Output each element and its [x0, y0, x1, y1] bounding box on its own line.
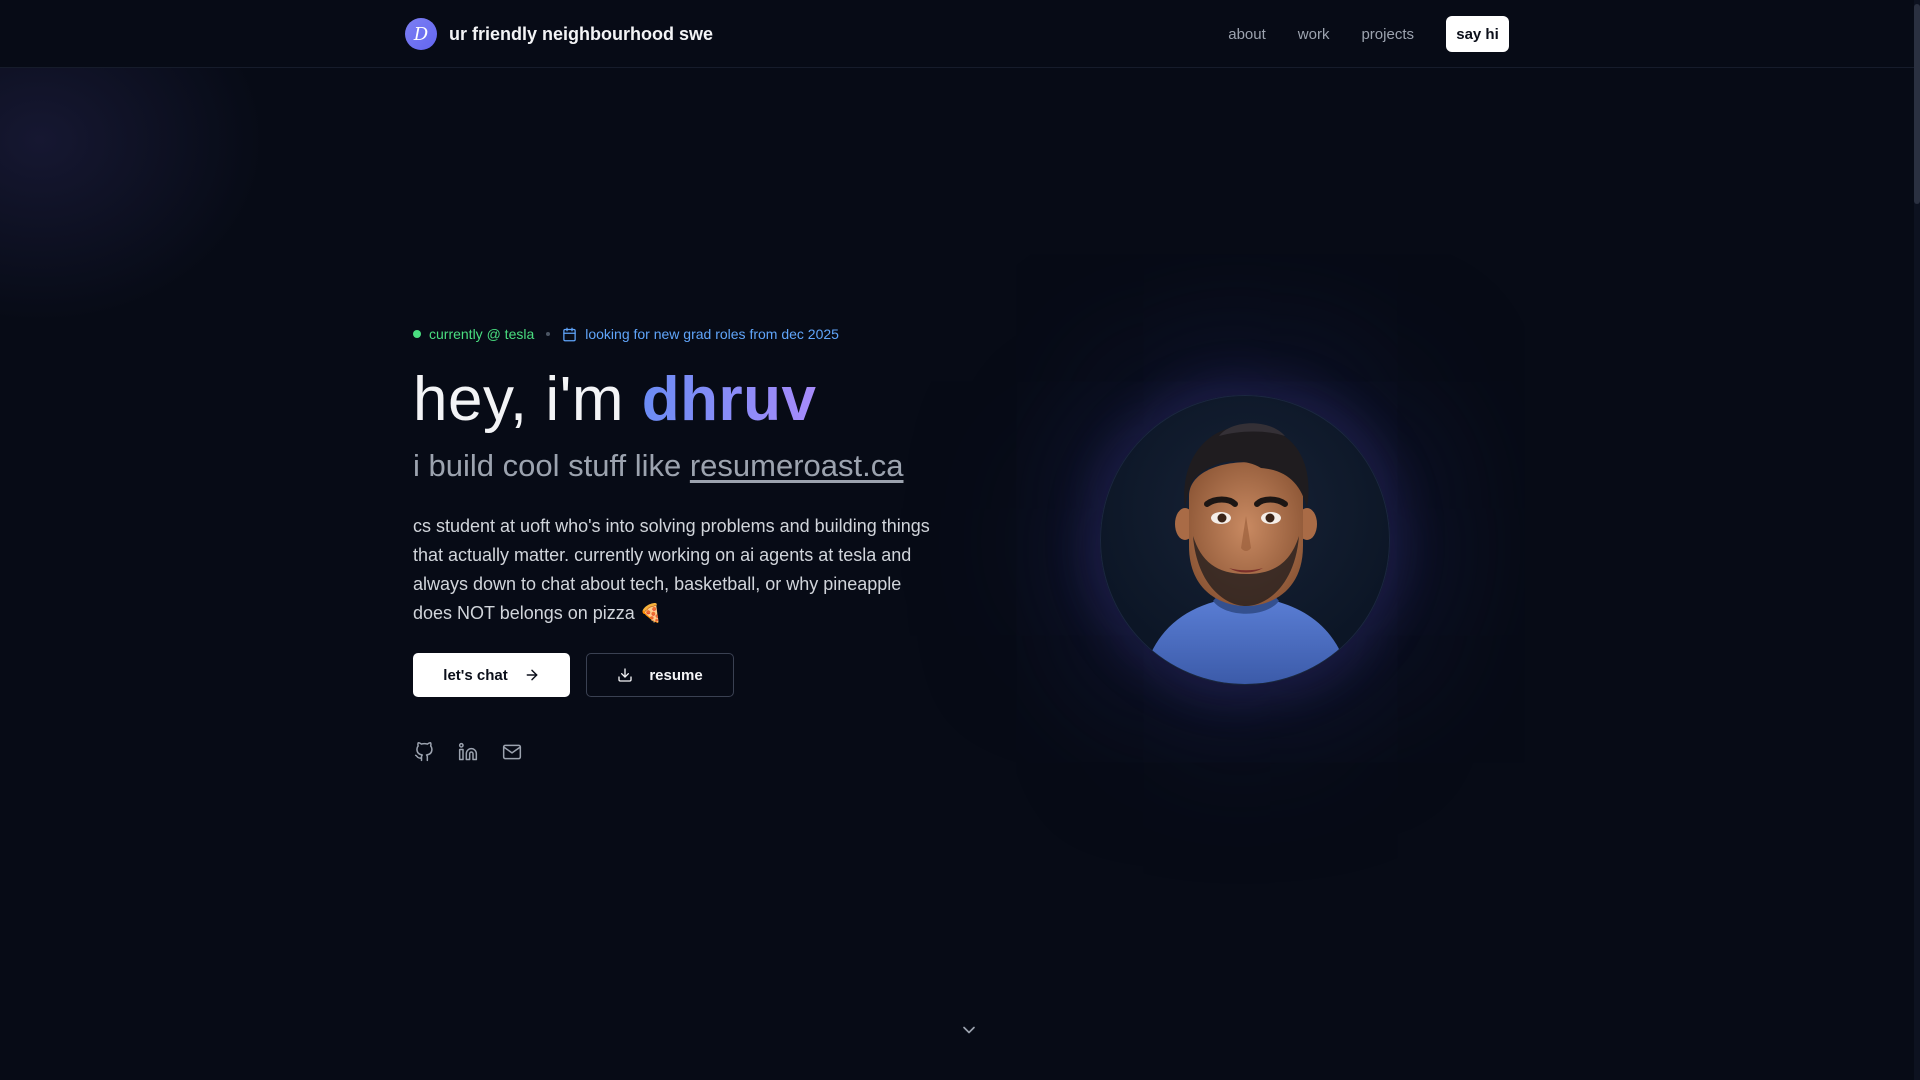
lets-chat-label: let's chat [443, 666, 508, 684]
resume-label: resume [649, 666, 703, 684]
top-navbar: D ur friendly neighbourhood swe about wo… [0, 0, 1914, 68]
calendar-icon [562, 327, 577, 342]
mail-icon[interactable] [501, 741, 523, 763]
social-links [413, 741, 943, 763]
logo-icon: D [405, 18, 437, 50]
resume-button[interactable]: resume [586, 653, 734, 697]
separator-dot [546, 332, 551, 336]
chevron-down-icon[interactable] [959, 1020, 979, 1040]
nav-links: about work projects say hi [1228, 16, 1509, 52]
brand[interactable]: D ur friendly neighbourhood swe [405, 18, 713, 50]
scrollbar[interactable] [1914, 0, 1920, 1080]
hero-subline: i build cool stuff like resumeroast.ca [413, 446, 943, 486]
nav-link-work[interactable]: work [1298, 26, 1330, 43]
avatar-portrait-illustration [1141, 423, 1351, 684]
download-icon [617, 667, 633, 683]
nav-link-about[interactable]: about [1228, 26, 1266, 43]
say-hi-button[interactable]: say hi [1446, 16, 1509, 52]
job-search-status: looking for new grad roles from dec 2025 [585, 326, 839, 342]
avatar [1100, 395, 1390, 685]
hero-headline: hey, i'm dhruv [413, 366, 943, 434]
headline-prefix: hey, i'm [413, 365, 642, 434]
scrollbar-thumb[interactable] [1914, 4, 1920, 204]
subline-prefix: i build cool stuff like [413, 448, 690, 483]
resumeroast-link[interactable]: resumeroast.ca [690, 448, 904, 483]
arrow-right-icon [524, 667, 540, 683]
linkedin-icon[interactable] [457, 741, 479, 763]
cta-buttons: let's chat resume [413, 653, 943, 697]
lets-chat-button[interactable]: let's chat [413, 653, 570, 697]
avatar-glow [1100, 395, 1390, 685]
hero-section: currently @ tesla looking for new grad r… [413, 320, 943, 763]
current-role-status: currently @ tesla [429, 326, 535, 342]
logo-letter: D [413, 23, 429, 45]
nav-link-projects[interactable]: projects [1361, 26, 1414, 43]
brand-name[interactable]: ur friendly neighbourhood swe [449, 24, 713, 45]
hero-bio: cs student at uoft who's into solving pr… [413, 516, 930, 623]
hero-name: dhruv [641, 365, 817, 434]
status-row: currently @ tesla looking for new grad r… [413, 320, 943, 348]
status-dot-icon [413, 330, 421, 338]
github-icon[interactable] [413, 741, 435, 763]
